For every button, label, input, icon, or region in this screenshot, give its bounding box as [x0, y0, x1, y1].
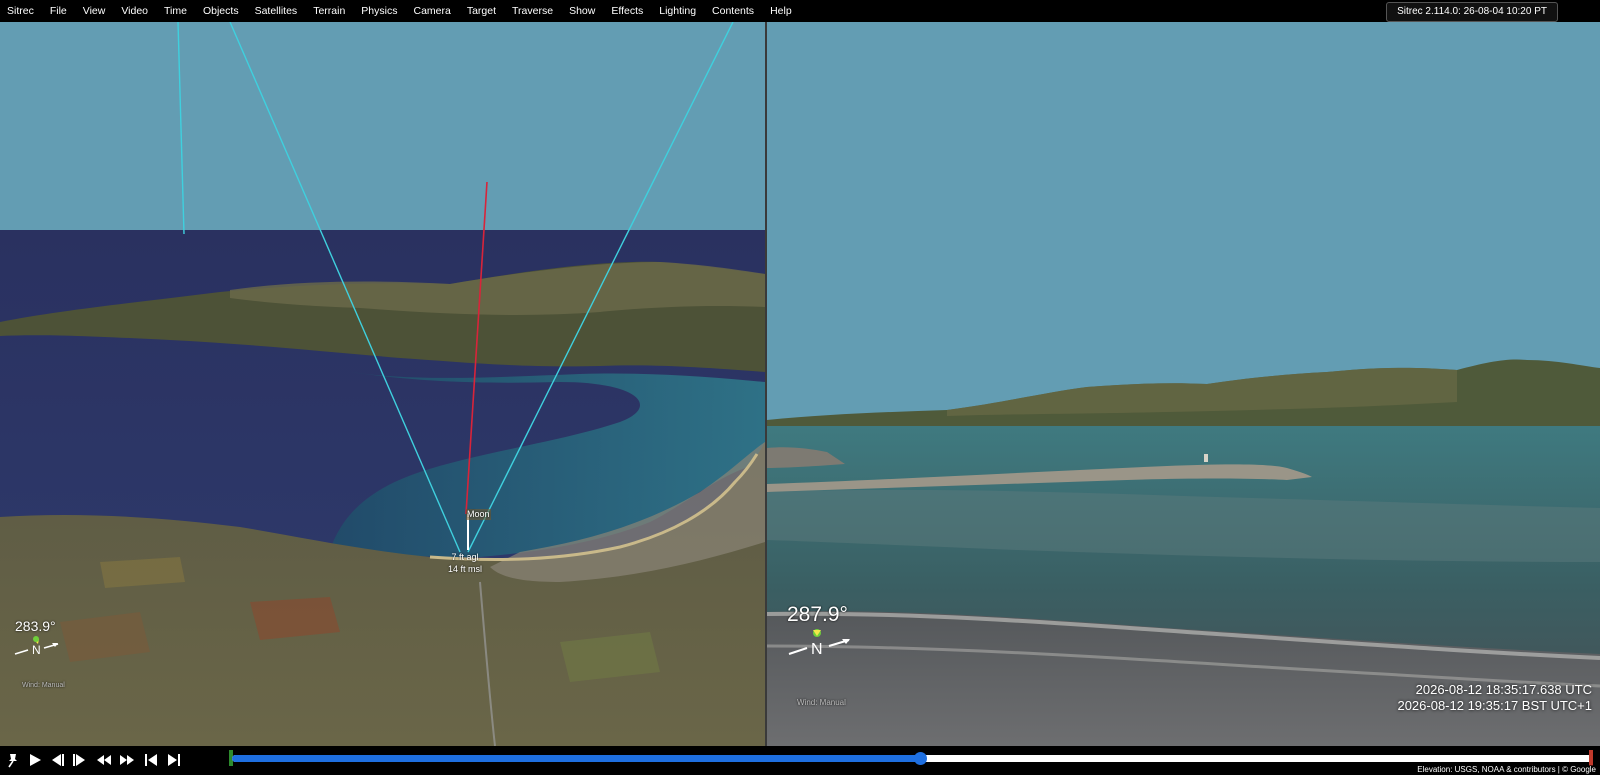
menu-satellites[interactable]: Satellites	[247, 0, 306, 22]
pin-button[interactable]	[4, 751, 22, 769]
menu-traverse[interactable]: Traverse	[504, 0, 561, 22]
look-scene	[767, 22, 1600, 746]
menu-bar: Sitrec File View Video Time Objects Sate…	[0, 0, 1600, 22]
right-heading-readout: 287.9°	[787, 603, 848, 626]
version-badge: Sitrec 2.114.0: 26-08-04 10:20 PT	[1386, 2, 1558, 22]
menu-show[interactable]: Show	[561, 0, 603, 22]
menu-contents[interactable]: Contents	[704, 0, 762, 22]
time-local: 2026-08-12 19:35:17 BST UTC+1	[1397, 698, 1592, 713]
look-camera-view[interactable]: 287.9° N Wind: Manual 2026-08-12 18:35:1…	[767, 22, 1600, 746]
time-utc: 2026-08-12 18:35:17.638 UTC	[1415, 682, 1592, 697]
timeline-knob[interactable]	[914, 752, 928, 765]
compass-north-arrow-icon: N	[788, 629, 850, 658]
skip-end-icon	[168, 754, 180, 766]
menu-camera[interactable]: Camera	[405, 0, 458, 22]
right-north-label: N	[811, 641, 823, 658]
sky	[767, 22, 1600, 422]
moon-label: Moon	[466, 509, 491, 520]
play-icon	[30, 754, 41, 766]
step-forward-icon	[73, 754, 85, 766]
main-scene	[0, 22, 765, 746]
skip-end-button[interactable]	[165, 751, 183, 769]
left-heading-readout: 283.9°	[15, 618, 56, 634]
altitude-agl: 7 ft agl	[451, 552, 479, 562]
menu-sitrec[interactable]: Sitrec	[0, 0, 42, 22]
timeline-slider[interactable]	[232, 752, 1592, 765]
left-north-label: N	[32, 643, 41, 657]
play-button[interactable]	[26, 751, 44, 769]
menu-physics[interactable]: Physics	[353, 0, 405, 22]
step-forward-button[interactable]	[71, 751, 89, 769]
step-back-icon	[52, 754, 64, 766]
rewind-icon	[97, 755, 111, 765]
left-wind-label: Wind: Manual	[22, 682, 65, 689]
menu-time[interactable]: Time	[156, 0, 195, 22]
timeline-end-marker[interactable]	[1589, 750, 1593, 766]
skip-start-button[interactable]	[142, 751, 160, 769]
sky	[0, 22, 765, 234]
right-wind-label: Wind: Manual	[797, 698, 846, 707]
menu-target[interactable]: Target	[459, 0, 504, 22]
fast-forward-icon	[120, 755, 134, 765]
lighthouse	[1204, 454, 1208, 462]
attribution: Elevation: USGS, NOAA & contributors | ©…	[1417, 765, 1596, 774]
menu-effects[interactable]: Effects	[603, 0, 651, 22]
menu-video[interactable]: Video	[113, 0, 156, 22]
menu-view[interactable]: View	[75, 0, 114, 22]
compass-north-arrow-icon: N	[14, 636, 59, 657]
pin-icon	[8, 754, 17, 768]
main-3d-view[interactable]: Moon 7 ft agl 14 ft msl 283.9° N Wind: M…	[0, 22, 765, 746]
menu-objects[interactable]: Objects	[195, 0, 247, 22]
timeline-progress	[232, 755, 921, 762]
playback-controls: Elevation: USGS, NOAA & contributors | ©…	[0, 746, 1600, 775]
menu-lighting[interactable]: Lighting	[651, 0, 704, 22]
menu-file[interactable]: File	[42, 0, 75, 22]
rewind-button[interactable]	[95, 751, 113, 769]
menu-terrain[interactable]: Terrain	[305, 0, 353, 22]
menu-help[interactable]: Help	[762, 0, 800, 22]
altitude-msl: 14 ft msl	[447, 564, 482, 574]
skip-start-icon	[145, 754, 157, 766]
fast-forward-button[interactable]	[118, 751, 136, 769]
step-back-button[interactable]	[48, 751, 66, 769]
